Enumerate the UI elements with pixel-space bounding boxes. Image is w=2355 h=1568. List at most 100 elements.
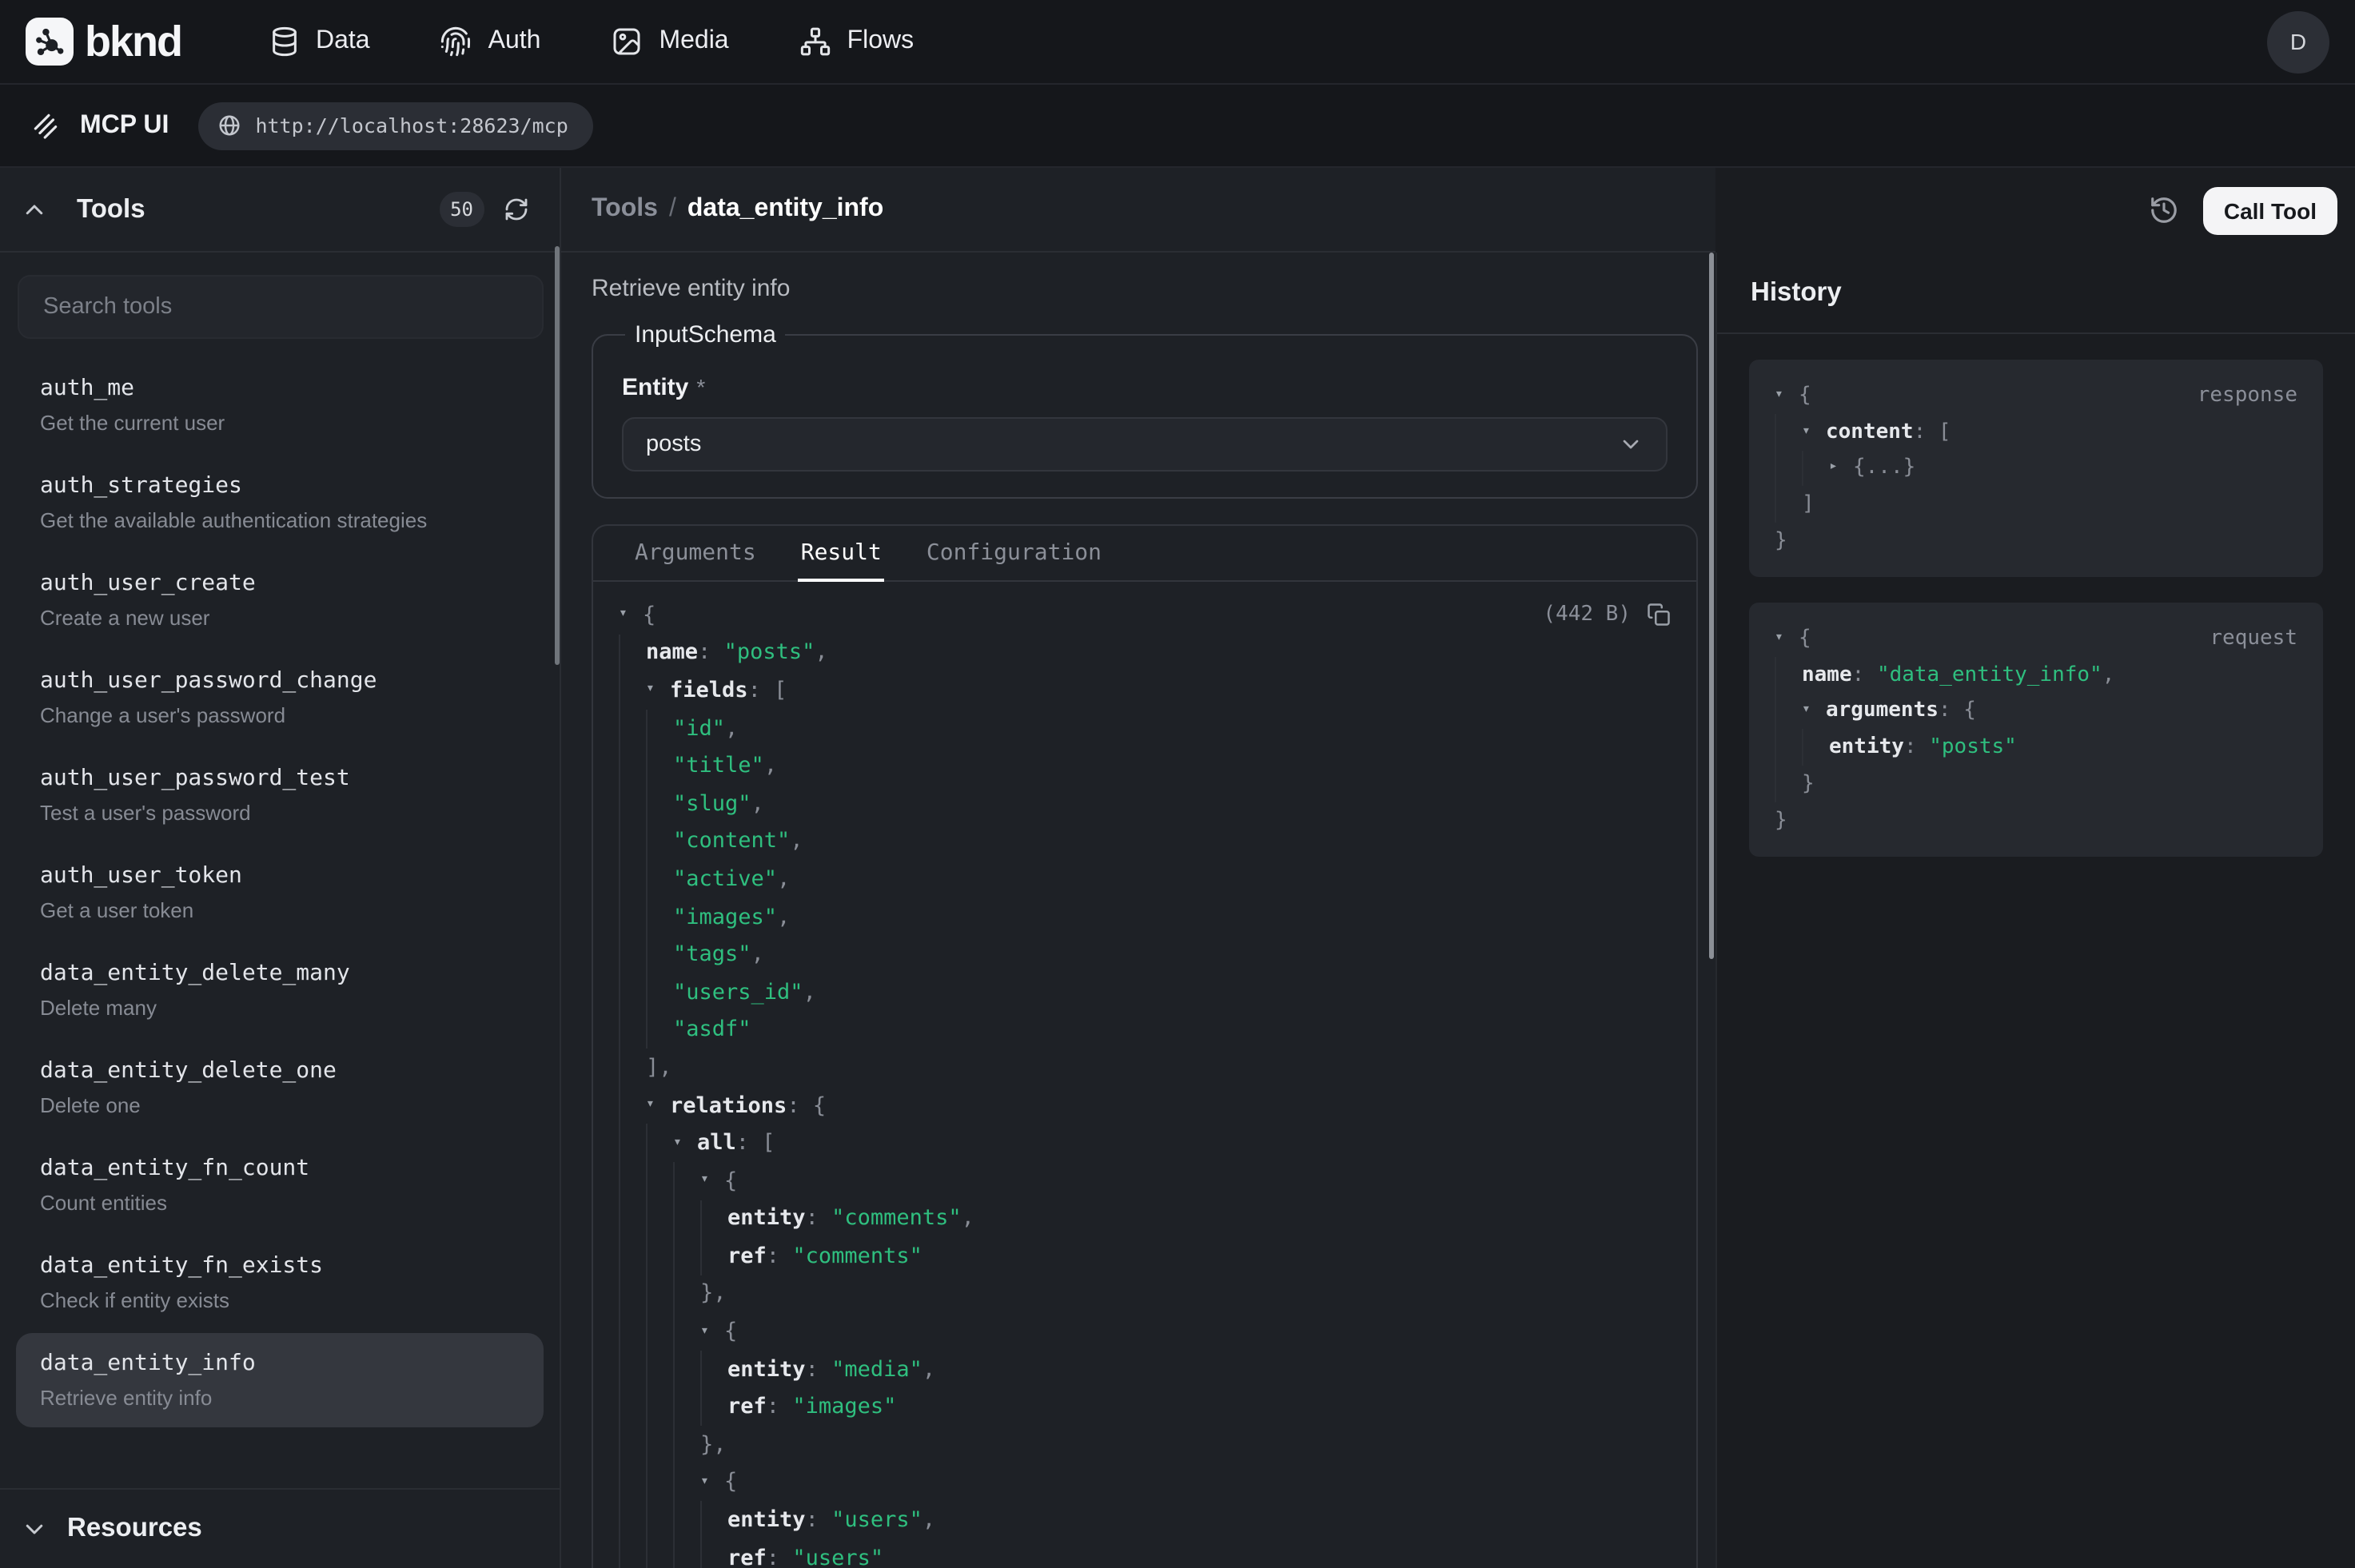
search-input[interactable] xyxy=(18,275,544,339)
tool-description: Get a user token xyxy=(40,897,520,924)
nav-item-data[interactable]: Data xyxy=(268,26,370,58)
json-string-value: "id" xyxy=(673,715,725,741)
indent-guide xyxy=(646,1275,673,1312)
tool-list-item[interactable]: data_entity_infoRetrieve entity info xyxy=(16,1333,544,1427)
refresh-icon[interactable] xyxy=(504,197,529,222)
brand-name: bknd xyxy=(85,17,181,66)
json-key: entity xyxy=(1829,736,1904,760)
indent-guide xyxy=(1775,487,1802,523)
collapse-triangle-icon[interactable]: ▾ xyxy=(1802,704,1826,718)
header-row: Tools 50 Tools / data_entity_info Call T… xyxy=(0,168,2355,253)
tab-result[interactable]: Result xyxy=(779,526,904,580)
collapse-triangle-icon[interactable]: ▾ xyxy=(700,1173,724,1188)
json-row: } xyxy=(1768,766,2304,802)
collapse-triangle-icon[interactable]: ▾ xyxy=(619,608,643,623)
nav-item-auth[interactable]: Auth xyxy=(440,26,541,58)
json-string-value: "data_entity_info" xyxy=(1877,663,2102,686)
collapse-triangle-icon[interactable]: ▾ xyxy=(1802,424,1826,439)
collapse-triangle-icon[interactable]: ▾ xyxy=(673,1136,697,1150)
tool-list-item[interactable]: data_entity_delete_manyDelete many xyxy=(16,943,544,1037)
tool-description: Check if entity exists xyxy=(40,1287,520,1314)
json-key: ref xyxy=(727,1395,767,1420)
mcp-url-pill[interactable]: http://localhost:28623/mcp xyxy=(197,101,593,149)
main-scrollbar-thumb[interactable] xyxy=(1709,253,1714,959)
tool-list-item[interactable]: auth_user_password_testTest a user's pas… xyxy=(16,748,544,842)
indent-guide xyxy=(673,1539,700,1568)
tool-list-item[interactable]: data_entity_delete_oneDelete one xyxy=(16,1041,544,1135)
tool-description: Change a user's password xyxy=(40,702,520,729)
user-avatar[interactable]: D xyxy=(2267,10,2329,73)
json-row: "content", xyxy=(593,822,1696,860)
tool-description: Get the available authentication strateg… xyxy=(40,507,520,534)
json-row: entity: "comments", xyxy=(593,1200,1696,1237)
tool-list-item[interactable]: auth_user_createCreate a new user xyxy=(16,553,544,647)
json-row: }, xyxy=(593,1426,1696,1463)
json-row: ], xyxy=(593,1049,1696,1086)
json-key: entity xyxy=(727,1206,806,1232)
tool-name: auth_me xyxy=(40,374,520,403)
collapse-triangle-icon[interactable]: ▾ xyxy=(646,683,670,698)
indent-guide xyxy=(646,1502,673,1539)
tab-arguments[interactable]: Arguments xyxy=(612,526,779,580)
nav-label: Media xyxy=(659,27,728,56)
collapse-triangle-icon[interactable]: ▾ xyxy=(1775,388,1799,403)
json-row: } xyxy=(1768,802,2304,839)
history-icon[interactable] xyxy=(2149,195,2179,225)
nav-item-flows[interactable]: Flows xyxy=(799,26,915,58)
expand-triangle-icon[interactable]: ▸ xyxy=(1829,461,1853,476)
indent-guide xyxy=(1775,766,1802,802)
sidebar-scrollbar-thumb[interactable] xyxy=(555,246,560,665)
collapse-triangle-icon[interactable]: ▾ xyxy=(700,1324,724,1339)
indent-guide xyxy=(619,1049,646,1086)
collapse-triangle-icon[interactable]: ▾ xyxy=(646,1098,670,1112)
nav-item-media[interactable]: Media xyxy=(611,26,728,58)
resources-section-header[interactable]: Resources xyxy=(0,1488,560,1568)
tool-list-item[interactable]: auth_user_password_changeChange a user's… xyxy=(16,651,544,745)
json-punctuation: : xyxy=(767,1545,793,1568)
breadcrumb-separator: / xyxy=(669,195,676,224)
entity-select[interactable]: posts xyxy=(622,417,1668,472)
indent-guide xyxy=(619,1124,646,1162)
tab-configuration[interactable]: Configuration xyxy=(904,526,1124,580)
json-key: entity xyxy=(727,1356,806,1382)
indent-guide xyxy=(700,1351,727,1388)
json-punctuation: , xyxy=(777,904,790,929)
json-meta-label: request xyxy=(2210,627,2297,651)
copy-icon[interactable] xyxy=(1647,603,1671,627)
result-card: Arguments Result Configuration ▾{(442 B)… xyxy=(592,524,1698,1568)
indent-guide xyxy=(619,1200,646,1237)
collapse-triangle-icon[interactable]: ▾ xyxy=(700,1475,724,1490)
fingerprint-icon xyxy=(440,26,472,58)
indent-guide xyxy=(673,1237,700,1275)
json-punctuation: , xyxy=(815,640,827,666)
json-meta-label: response xyxy=(2198,384,2297,408)
json-punctuation: , xyxy=(962,1206,974,1232)
chevron-up-icon[interactable] xyxy=(22,197,46,221)
indent-guide xyxy=(700,1539,727,1568)
tabs: Arguments Result Configuration xyxy=(593,526,1696,582)
brand-logo[interactable]: bknd xyxy=(26,17,181,66)
tool-name: data_entity_fn_count xyxy=(40,1154,520,1183)
json-punctuation: } xyxy=(1802,772,1815,796)
tool-list-item[interactable]: auth_meGet the current user xyxy=(16,358,544,452)
breadcrumb-section[interactable]: Tools xyxy=(592,195,658,224)
tool-name: auth_user_token xyxy=(40,862,520,890)
call-tool-button[interactable]: Call Tool xyxy=(2203,186,2337,234)
tool-list-item[interactable]: data_entity_fn_countCount entities xyxy=(16,1138,544,1232)
json-punctuation: } xyxy=(1775,529,1787,553)
json-row: entity: "users", xyxy=(593,1502,1696,1539)
history-entry-card-request[interactable]: ▾{requestname: "data_entity_info",▾argum… xyxy=(1749,603,2323,857)
json-row: "title", xyxy=(593,747,1696,785)
tool-list-item[interactable]: data_entity_fn_existsCheck if entity exi… xyxy=(16,1236,544,1330)
json-row: ▸{...} xyxy=(1768,450,2304,487)
collapse-triangle-icon[interactable]: ▾ xyxy=(1775,631,1799,646)
tool-list-item[interactable]: auth_user_token Get a user token xyxy=(16,846,544,940)
json-punctuation: : xyxy=(1852,663,1877,686)
json-punctuation: , xyxy=(922,1507,935,1533)
json-string-value: "slug" xyxy=(673,791,751,817)
tool-list-item[interactable]: auth_strategiesGet the available authent… xyxy=(16,456,544,550)
tool-name: data_entity_info xyxy=(40,1349,520,1378)
indent-guide xyxy=(619,822,646,860)
app-window: bknd Data Auth xyxy=(0,0,2355,1568)
history-entry-card-response[interactable]: ▾{response▾content: [▸{...}]} xyxy=(1749,360,2323,577)
